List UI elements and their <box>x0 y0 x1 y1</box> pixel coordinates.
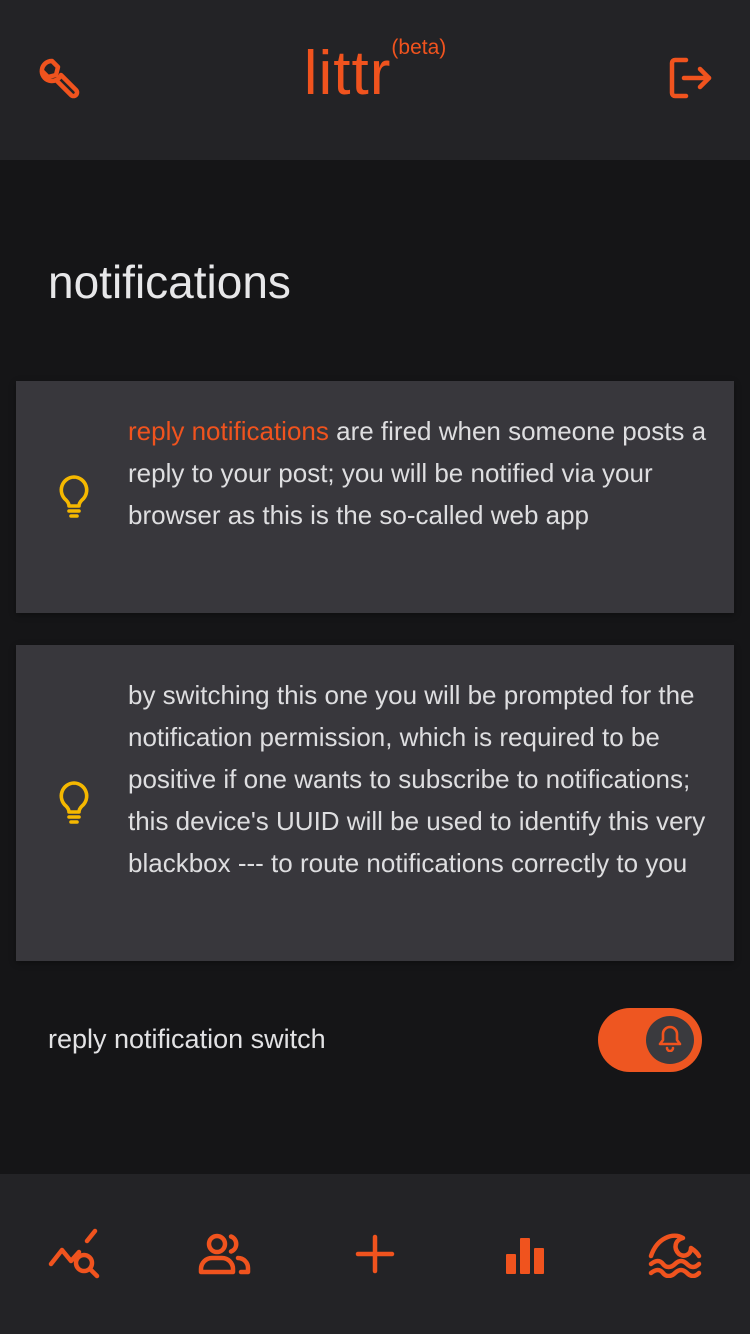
lightbulb-icon <box>54 779 94 827</box>
info-card-text: reply notifications are fired when someo… <box>128 410 708 536</box>
info-card-reply: reply notifications are fired when someo… <box>16 381 734 613</box>
nav-flow[interactable] <box>643 1226 707 1286</box>
app-logo[interactable]: littr(beta) <box>0 36 750 110</box>
reply-notification-row: reply notification switch <box>48 1006 702 1072</box>
users-icon <box>197 1232 253 1281</box>
switch-label: reply notification switch <box>48 1024 326 1054</box>
nav-stats[interactable] <box>493 1226 557 1286</box>
bell-icon <box>657 1024 683 1057</box>
logout-button[interactable] <box>662 52 718 108</box>
waves-icon <box>647 1230 703 1283</box>
bar-chart-icon <box>503 1232 547 1281</box>
app-name: littr <box>303 39 392 108</box>
bottom-nav <box>0 1174 750 1334</box>
beta-badge: (beta) <box>391 36 447 59</box>
top-bar: littr(beta) <box>0 0 750 160</box>
logout-icon <box>666 54 714 107</box>
page-title: notifications <box>48 256 291 308</box>
nav-stats-search[interactable] <box>43 1226 107 1286</box>
reply-notification-toggle[interactable] <box>598 1008 702 1072</box>
toggle-knob <box>646 1016 694 1064</box>
info-card-permission: by switching this one you will be prompt… <box>16 645 734 961</box>
nav-users[interactable] <box>193 1226 257 1286</box>
chart-search-icon <box>47 1228 103 1285</box>
reply-notifications-link: reply notifications <box>128 416 329 446</box>
plus-icon <box>355 1234 395 1279</box>
nav-new-post[interactable] <box>343 1226 407 1286</box>
lightbulb-icon <box>54 473 94 521</box>
info-card-text: by switching this one you will be prompt… <box>128 680 706 878</box>
